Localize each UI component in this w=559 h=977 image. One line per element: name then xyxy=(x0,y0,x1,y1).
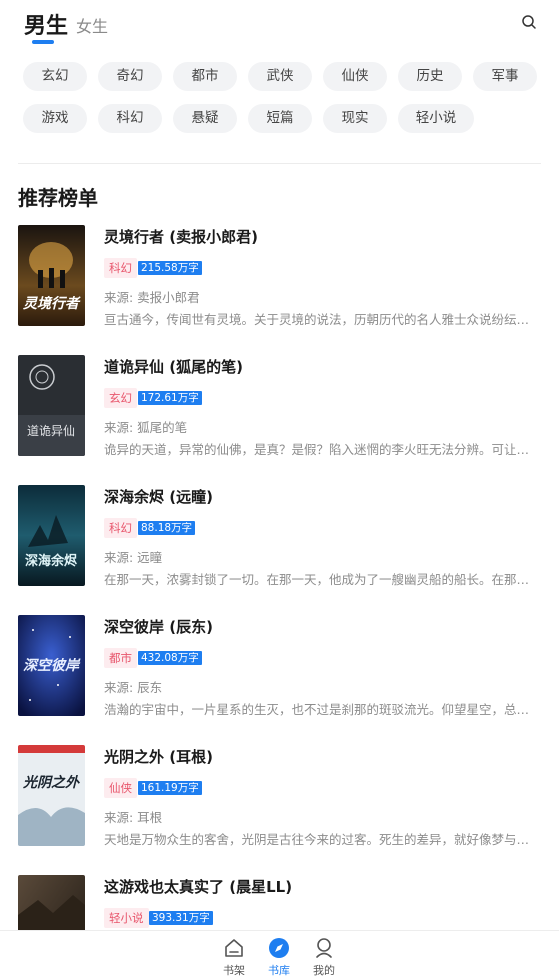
category-tag[interactable]: 都市 xyxy=(173,62,237,91)
category-tag[interactable]: 玄幻 xyxy=(23,62,87,91)
category-badge: 玄幻 xyxy=(104,388,137,408)
book-title[interactable]: 光阴之外 (耳根) xyxy=(104,746,213,767)
cover-title: 灵境行者 xyxy=(23,295,81,312)
book-description: 诡异的天道，异常的仙佛，是真？是假？陷入迷惘的李火旺无法分辨。可让他更恐惧的是…… xyxy=(104,442,536,457)
book-item[interactable]: 灵境行者 灵境行者 (卖报小郎君) 科幻 215.58万字 来源: 卖报小郎君 … xyxy=(0,225,559,335)
book-cover: 道诡异仙 xyxy=(18,355,85,456)
category-badge: 科幻 xyxy=(104,258,137,278)
book-source: 来源: 远瞳 xyxy=(104,550,163,565)
category-tag[interactable]: 历史 xyxy=(398,62,462,91)
category-tag[interactable]: 短篇 xyxy=(248,104,312,133)
category-tag[interactable]: 轻小说 xyxy=(398,104,474,133)
word-count-badge: 161.19万字 xyxy=(138,781,202,795)
book-item[interactable]: 这游戏也太真实了 (晨星LL) 轻小说 393.31万字 xyxy=(0,875,559,930)
tab-female[interactable]: 女生 xyxy=(76,13,108,37)
word-count-badge: 215.58万字 xyxy=(138,261,202,275)
book-title[interactable]: 灵境行者 (卖报小郎君) xyxy=(104,226,258,247)
book-source: 来源: 耳根 xyxy=(104,810,163,825)
category-tag[interactable]: 军事 xyxy=(473,62,537,91)
book-item[interactable]: 道诡异仙 道诡异仙 (狐尾的笔) 玄幻 172.61万字 来源: 狐尾的笔 诡异… xyxy=(0,355,559,465)
nav-bookshelf[interactable]: 书架 xyxy=(214,937,254,977)
book-item[interactable]: 光阴之外 光阴之外 (耳根) 仙侠 161.19万字 来源: 耳根 天地是万物众… xyxy=(0,745,559,855)
search-icon[interactable] xyxy=(521,14,537,30)
category-badge: 都市 xyxy=(104,648,137,668)
book-cover xyxy=(18,875,85,930)
word-count-badge: 88.18万字 xyxy=(138,521,196,535)
book-source: 来源: 狐尾的笔 xyxy=(104,420,188,435)
compass-icon xyxy=(269,938,289,958)
book-description: 在那一天，浓雾封锁了一切。在那一天，他成为了一艘幽灵船的船长。在那一天，他跨过…… xyxy=(104,572,536,587)
book-title[interactable]: 深空彼岸 (辰东) xyxy=(104,616,213,637)
category-tag[interactable]: 游戏 xyxy=(23,104,87,133)
book-title[interactable]: 深海余烬 (远瞳) xyxy=(104,486,213,507)
book-source: 来源: 辰东 xyxy=(104,680,163,695)
cover-title: 光阴之外 xyxy=(22,774,80,791)
category-badge: 轻小说 xyxy=(104,908,149,928)
category-badge: 仙侠 xyxy=(104,778,137,798)
category-tag[interactable]: 仙侠 xyxy=(323,62,387,91)
cover-title: 道诡异仙 xyxy=(27,424,75,438)
nav-label: 我的 xyxy=(313,964,335,977)
bookshelf-icon xyxy=(225,939,243,957)
active-tab-indicator xyxy=(32,40,54,44)
book-cover: 光阴之外 xyxy=(18,745,85,846)
book-description: 浩瀚的宇宙中，一片星系的生灭，也不过是刹那的斑驳流光。仰望星空，总有种结局已注定… xyxy=(104,702,536,717)
category-tag[interactable]: 武侠 xyxy=(248,62,312,91)
book-source: 来源: 卖报小郎君 xyxy=(104,290,200,305)
category-tag[interactable]: 奇幻 xyxy=(98,62,162,91)
nav-library[interactable]: 书库 xyxy=(259,937,299,977)
category-tag[interactable]: 科幻 xyxy=(98,104,162,133)
user-icon xyxy=(316,938,332,958)
category-tag[interactable]: 现实 xyxy=(323,104,387,133)
book-description: 亘古通今，传闻世有灵境。关于灵境的说法，历朝历代的名人雅士众说纷纭，见仁见智…… xyxy=(104,312,536,327)
book-cover: 灵境行者 xyxy=(18,225,85,326)
section-title: 推荐榜单 xyxy=(18,186,98,210)
header: 男生 女生 xyxy=(0,0,559,48)
tab-male[interactable]: 男生 xyxy=(24,8,68,40)
book-cover: 深空彼岸 xyxy=(18,615,85,716)
book-title[interactable]: 道诡异仙 (狐尾的笔) xyxy=(104,356,243,377)
word-count-badge: 172.61万字 xyxy=(138,391,202,405)
book-item[interactable]: 深空彼岸 深空彼岸 (辰东) 都市 432.08万字 来源: 辰东 浩瀚的宇宙中… xyxy=(0,615,559,725)
category-tag[interactable]: 悬疑 xyxy=(173,104,237,133)
book-title[interactable]: 这游戏也太真实了 (晨星LL) xyxy=(104,876,292,897)
nav-label: 书库 xyxy=(268,964,290,977)
book-description: 天地是万物众生的客舍，光阴是古往今来的过客。死生的差异，就好像梦与醒的不同…… xyxy=(104,832,536,847)
cover-title: 深海余烬 xyxy=(25,553,78,569)
word-count-badge: 432.08万字 xyxy=(138,651,202,665)
nav-label: 书架 xyxy=(223,964,245,977)
cover-title: 深空彼岸 xyxy=(23,657,81,674)
book-cover: 深海余烬 xyxy=(18,485,85,586)
book-item[interactable]: 深海余烬 深海余烬 (远瞳) 科幻 88.18万字 来源: 远瞳 在那一天，浓雾… xyxy=(0,485,559,595)
divider xyxy=(18,163,541,164)
category-badge: 科幻 xyxy=(104,518,137,538)
bottom-navigation: 书架 书库 我的 xyxy=(0,930,559,977)
word-count-badge: 393.31万字 xyxy=(149,911,213,925)
nav-profile[interactable]: 我的 xyxy=(304,937,344,977)
